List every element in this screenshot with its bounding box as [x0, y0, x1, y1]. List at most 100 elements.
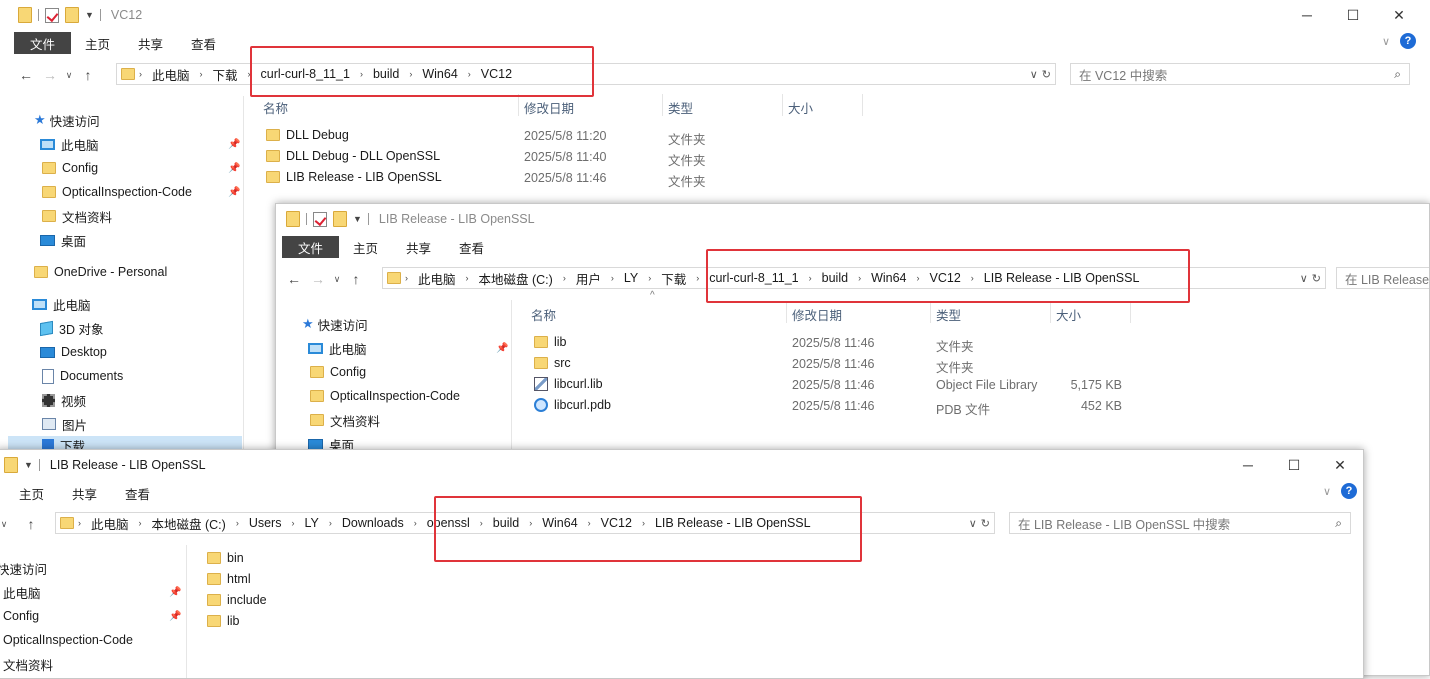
pin-icon[interactable]: 📌: [169, 611, 181, 622]
column-divider[interactable]: [786, 301, 787, 323]
column-name[interactable]: 名称: [263, 98, 288, 117]
chevron-right-icon[interactable]: ›: [401, 273, 412, 283]
chevron-right-icon[interactable]: ›: [325, 518, 336, 528]
tab-file[interactable]: 文件: [282, 236, 340, 258]
column-divider[interactable]: [862, 94, 863, 116]
file-row[interactable]: libcurl.lib 2025/5/8 11:46 Object File L…: [532, 375, 1232, 396]
sidebar-item-opticalinspection[interactable]: OpticalInspection-Code: [310, 385, 460, 407]
sidebar-item-documents[interactable]: Documents: [42, 365, 123, 387]
pin-icon[interactable]: 📌: [228, 187, 240, 198]
breadcrumb-item[interactable]: 此电脑: [146, 65, 196, 84]
column-date[interactable]: 修改日期: [524, 98, 574, 117]
pin-icon[interactable]: 📌: [169, 587, 181, 598]
chevron-right-icon[interactable]: ›: [692, 273, 703, 283]
chevron-right-icon[interactable]: ›: [410, 518, 421, 528]
sidebar-item-quick-access[interactable]: 快速访问: [0, 557, 47, 579]
tab-home[interactable]: 主页: [71, 34, 124, 53]
pin-icon[interactable]: 📌: [228, 163, 240, 174]
breadcrumb-item[interactable]: 下载: [207, 65, 244, 84]
column-size[interactable]: 大小: [1056, 305, 1081, 324]
properties-icon[interactable]: [313, 211, 327, 227]
chevron-right-icon[interactable]: ›: [559, 273, 570, 283]
refresh-icon[interactable]: ↻: [1042, 68, 1051, 81]
sidebar-item-videos[interactable]: 视频: [42, 389, 86, 411]
refresh-icon[interactable]: ↻: [981, 517, 990, 530]
sidebar-item-opticalinspection[interactable]: OpticalInspection-Code: [3, 629, 133, 651]
column-type[interactable]: 类型: [668, 98, 693, 117]
search-input[interactable]: 在 LIB Release - LIB OpenSSL 中搜索 ⌕: [1009, 512, 1351, 534]
file-row[interactable]: libcurl.pdb 2025/5/8 11:46 PDB 文件 452 KB: [532, 396, 1232, 417]
file-row[interactable]: lib: [205, 612, 405, 633]
tab-share[interactable]: 共享: [124, 34, 177, 53]
file-row[interactable]: src 2025/5/8 11:46 文件夹: [532, 354, 1232, 375]
recent-locations-icon[interactable]: ∨: [330, 274, 344, 285]
refresh-icon[interactable]: ↻: [1312, 272, 1321, 285]
forward-arrow-icon[interactable]: →: [38, 67, 62, 83]
tab-file[interactable]: 文件: [14, 32, 72, 54]
help-icon[interactable]: ?: [1400, 33, 1416, 49]
tab-view[interactable]: 查看: [445, 238, 498, 257]
sidebar-item-onedrive[interactable]: OneDrive - Personal: [34, 261, 167, 283]
quick-access-dropdown-icon[interactable]: ▼: [353, 214, 362, 224]
file-row[interactable]: DLL Debug - DLL OpenSSL 2025/5/8 11:40 文…: [264, 147, 964, 168]
chevron-right-icon[interactable]: ›: [74, 518, 85, 528]
chevron-right-icon[interactable]: ›: [196, 69, 207, 79]
close-icon[interactable]: ✕: [1317, 450, 1363, 480]
sidebar-item-docs[interactable]: 文档资料: [310, 409, 380, 431]
sidebar-item-this-pc-root[interactable]: 此电脑: [32, 293, 91, 315]
sidebar-item-config[interactable]: Config: [310, 361, 366, 383]
file-row[interactable]: html: [205, 570, 405, 591]
tab-view[interactable]: 查看: [111, 484, 164, 503]
sidebar-item-desktop[interactable]: Desktop: [40, 341, 107, 363]
breadcrumb-item[interactable]: 用户: [570, 269, 607, 288]
tab-view[interactable]: 查看: [177, 34, 230, 53]
sidebar-item-quick-access[interactable]: ★ 快速访问: [302, 313, 368, 335]
minimize-icon[interactable]: ─: [1284, 0, 1330, 30]
maximize-icon[interactable]: ☐: [1330, 0, 1376, 30]
chevron-right-icon[interactable]: ›: [607, 273, 618, 283]
sidebar-item-3d-objects[interactable]: 3D 对象: [40, 317, 103, 339]
tab-share[interactable]: 共享: [58, 484, 111, 503]
tab-home[interactable]: 主页: [339, 238, 392, 257]
column-size[interactable]: 大小: [788, 98, 813, 117]
chevron-right-icon[interactable]: ›: [135, 518, 146, 528]
breadcrumb-item[interactable]: 此电脑: [412, 269, 462, 288]
chevron-right-icon[interactable]: ›: [287, 518, 298, 528]
column-date[interactable]: 修改日期: [792, 305, 842, 324]
sidebar-item-docs[interactable]: 文档资料: [42, 205, 112, 227]
new-folder-icon[interactable]: [333, 211, 347, 227]
help-icon[interactable]: ?: [1341, 483, 1357, 499]
address-dropdown-icon[interactable]: ∨: [1300, 272, 1308, 285]
properties-icon[interactable]: [45, 7, 59, 23]
up-arrow-icon[interactable]: ↑: [76, 67, 100, 83]
breadcrumb-item[interactable]: 本地磁盘 (C:): [146, 514, 232, 533]
column-divider[interactable]: [782, 94, 783, 116]
breadcrumb-item[interactable]: 下载: [655, 269, 692, 288]
new-folder-icon[interactable]: [65, 7, 79, 23]
file-row[interactable]: DLL Debug 2025/5/8 11:20 文件夹: [264, 126, 964, 147]
sidebar-item-config[interactable]: Config: [42, 157, 98, 179]
quick-access-dropdown-icon[interactable]: ▼: [24, 460, 33, 470]
breadcrumb-item[interactable]: 本地磁盘 (C:): [473, 269, 559, 288]
address-dropdown-icon[interactable]: ∨: [1030, 68, 1038, 81]
chevron-right-icon[interactable]: ›: [462, 273, 473, 283]
column-divider[interactable]: [518, 94, 519, 116]
chevron-down-icon[interactable]: ∨: [1382, 35, 1390, 48]
file-row[interactable]: bin: [205, 549, 405, 570]
close-icon[interactable]: ✕: [1376, 0, 1422, 30]
back-arrow-icon[interactable]: ←: [14, 67, 38, 83]
sidebar-item-this-pc[interactable]: 此电脑: [308, 337, 367, 359]
recent-locations-icon[interactable]: ∨: [0, 519, 11, 530]
chevron-down-icon[interactable]: ∨: [1323, 485, 1331, 498]
address-dropdown-icon[interactable]: ∨: [969, 517, 977, 530]
column-name[interactable]: 名称: [531, 305, 556, 324]
column-divider[interactable]: [1050, 301, 1051, 323]
search-input[interactable]: 在 VC12 中搜索 ⌕: [1070, 63, 1410, 85]
chevron-right-icon[interactable]: ›: [644, 273, 655, 283]
tab-share[interactable]: 共享: [392, 238, 445, 257]
up-arrow-icon[interactable]: ↑: [344, 271, 368, 287]
column-divider[interactable]: [930, 301, 931, 323]
pin-icon[interactable]: 📌: [496, 343, 508, 354]
sidebar-item-desktop-cn[interactable]: 桌面: [40, 229, 86, 251]
sidebar-item-pictures[interactable]: 图片: [42, 413, 87, 435]
